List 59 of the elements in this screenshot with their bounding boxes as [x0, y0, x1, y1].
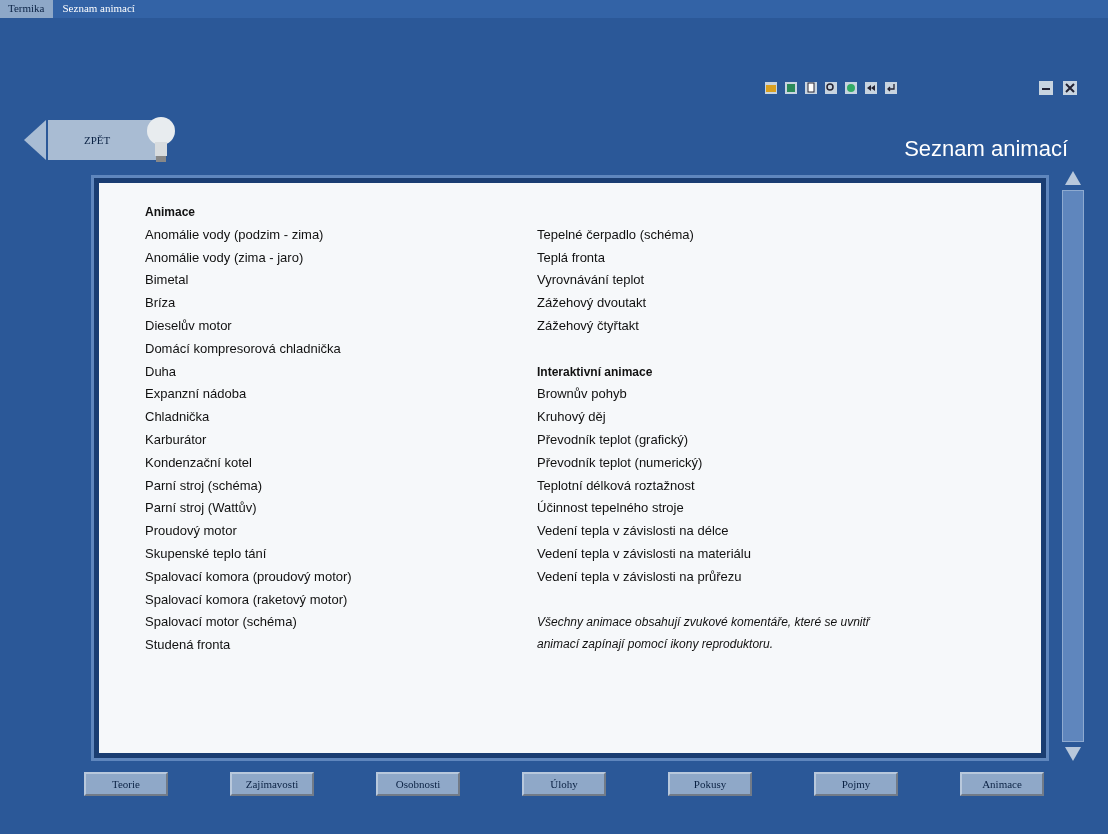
- animation-link[interactable]: Parní stroj (schéma): [145, 474, 537, 498]
- animation-link[interactable]: Duha: [145, 360, 537, 384]
- animation-link[interactable]: Studená fronta: [145, 634, 537, 657]
- return-icon[interactable]: [884, 81, 898, 95]
- scroll-down-icon[interactable]: [1064, 746, 1082, 762]
- animation-link[interactable]: Spalovací komora (proudový motor): [145, 565, 537, 589]
- animation-link[interactable]: Spalovací komora (raketový motor): [145, 588, 537, 612]
- nav-button[interactable]: Pojmy: [814, 772, 898, 796]
- animation-link[interactable]: Anomálie vody (zima - jaro): [145, 246, 537, 270]
- animation-link[interactable]: Teplá fronta: [537, 246, 929, 270]
- animation-link[interactable]: Bimetal: [145, 269, 537, 293]
- animation-link[interactable]: Domácí kompresorová chladnička: [145, 337, 537, 361]
- animation-link[interactable]: Vedení tepla v závislosti na délce: [537, 520, 929, 543]
- animation-link[interactable]: Převodník teplot (numerický): [537, 451, 929, 475]
- rewind-icon[interactable]: [864, 81, 878, 95]
- animation-link[interactable]: Anomálie vody (podzim - zima): [145, 223, 537, 247]
- animation-link[interactable]: Proudový motor: [145, 520, 537, 543]
- animation-link[interactable]: Převodník teplot (grafický): [537, 428, 929, 452]
- minimize-icon[interactable]: [1038, 80, 1054, 96]
- close-icon[interactable]: [1062, 80, 1078, 96]
- animation-link[interactable]: Účinnost tepelného stroje: [537, 497, 929, 521]
- scrollbar[interactable]: [1060, 170, 1086, 762]
- back-button[interactable]: ZPĚT: [48, 120, 158, 160]
- back-arrow-icon[interactable]: [24, 120, 46, 160]
- animation-link[interactable]: Parní stroj (Wattův): [145, 497, 537, 521]
- section-heading: Animace: [145, 204, 197, 221]
- nav-button[interactable]: Zajímavosti: [230, 772, 314, 796]
- nav-button[interactable]: Animace: [960, 772, 1044, 796]
- nav-button[interactable]: Úlohy: [522, 772, 606, 796]
- animation-link[interactable]: Kruhový děj: [537, 406, 929, 429]
- breadcrumb-tab[interactable]: Termika: [0, 0, 53, 18]
- nav-button[interactable]: Pokusy: [668, 772, 752, 796]
- animation-link[interactable]: Karburátor: [145, 428, 537, 452]
- nav-button[interactable]: Teorie: [84, 772, 168, 796]
- nav-button[interactable]: Osobnosti: [376, 772, 460, 796]
- animation-link[interactable]: Kondenzační kotel: [145, 451, 537, 475]
- animation-link[interactable]: Vedení tepla v závislosti na průřezu: [537, 565, 929, 589]
- page-icon[interactable]: [804, 81, 818, 95]
- animation-link[interactable]: Spalovací motor (schéma): [145, 611, 537, 635]
- animation-link[interactable]: Tepelné čerpadlo (schéma): [537, 223, 929, 247]
- animation-link[interactable]: Chladnička: [145, 406, 537, 429]
- scroll-up-icon[interactable]: [1064, 170, 1082, 186]
- animation-link[interactable]: Bríza: [145, 292, 537, 315]
- animation-link[interactable]: Brownův pohyb: [537, 383, 929, 407]
- section-heading: Interaktivní animace: [537, 363, 654, 381]
- animation-link[interactable]: Dieselův motor: [145, 315, 537, 338]
- breadcrumb-tab[interactable]: Seznam animací: [52, 0, 145, 18]
- folder-icon[interactable]: [764, 81, 778, 95]
- page-title: Seznam animací: [904, 136, 1068, 162]
- animation-link[interactable]: Expanzní nádoba: [145, 383, 537, 407]
- animation-link[interactable]: Vedení tepla v závislosti na materiálu: [537, 542, 929, 566]
- note-text: Všechny animace obsahují zvukové komentáře, které se uvnitř animací zapínají pomocí ikony reproduktoru.: [537, 614, 872, 654]
- scroll-thumb[interactable]: [1062, 190, 1084, 742]
- animation-link[interactable]: Skupenské teplo tání: [145, 542, 537, 566]
- search-icon[interactable]: [824, 81, 838, 95]
- animation-link[interactable]: Zážehový dvoutakt: [537, 292, 929, 315]
- animation-link[interactable]: Vyrovnávání teplot: [537, 269, 929, 293]
- animation-link[interactable]: Zážehový čtyřtakt: [537, 315, 929, 338]
- animation-link[interactable]: Teplotní délková roztažnost: [537, 474, 929, 498]
